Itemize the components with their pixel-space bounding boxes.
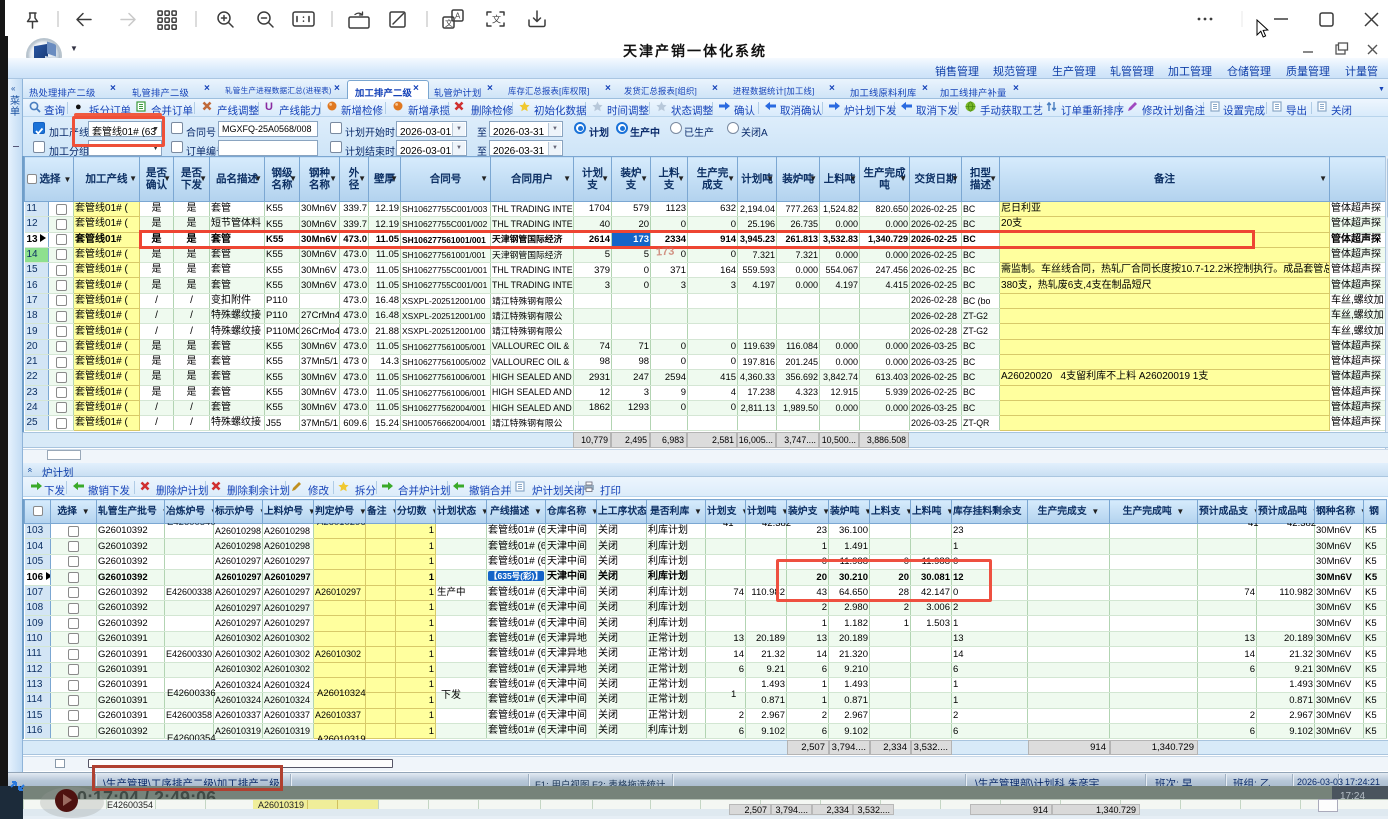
svg-text:A: A bbox=[455, 12, 461, 21]
svg-text:文: 文 bbox=[492, 14, 501, 25]
svg-text:文: 文 bbox=[445, 18, 453, 28]
